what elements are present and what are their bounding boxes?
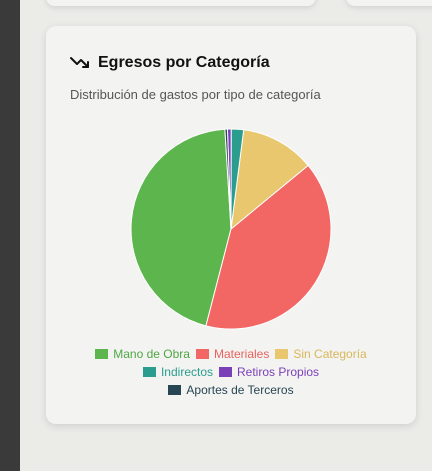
legend-label: Indirectos — [160, 365, 213, 379]
legend-item[interactable]: Sin Categoría — [275, 345, 367, 363]
legend-item[interactable]: Aportes de Terceros — [168, 381, 294, 399]
legend-swatch — [95, 349, 109, 359]
legend-label: Materiales — [213, 347, 270, 361]
sidebar-rail — [0, 0, 20, 471]
legend-item[interactable]: Materiales — [195, 345, 270, 363]
upper-card-right — [346, 0, 432, 6]
legend-row: Mano de Obra Materiales Sin Categoría — [46, 345, 416, 363]
chart-legend: Mano de Obra Materiales Sin Categoría Indi… — [46, 345, 416, 399]
legend-row: Aportes de Terceros — [46, 381, 416, 399]
legend-item[interactable]: Mano de Obra — [95, 345, 190, 363]
legend-swatch — [219, 367, 232, 377]
legend-swatch — [168, 385, 182, 395]
legend-label: Retiros Propios — [237, 365, 320, 379]
legend-item[interactable]: Retiros Propios — [219, 363, 319, 381]
legend-swatch — [195, 349, 209, 359]
legend-label: Aportes de Terceros — [186, 383, 294, 397]
legend-swatch — [142, 367, 156, 377]
legend-row: Indirectos Retiros Propios — [46, 363, 416, 381]
legend-item[interactable]: Indirectos — [142, 363, 213, 381]
upper-card-left — [46, 0, 316, 6]
legend-swatch — [275, 349, 289, 359]
pie-chart — [130, 128, 332, 330]
legend-label: Mano de Obra — [113, 347, 190, 361]
expenses-by-category-card: Egresos por Categoría Distribución de ga… — [46, 26, 416, 424]
legend-label: Sin Categoría — [293, 347, 367, 361]
